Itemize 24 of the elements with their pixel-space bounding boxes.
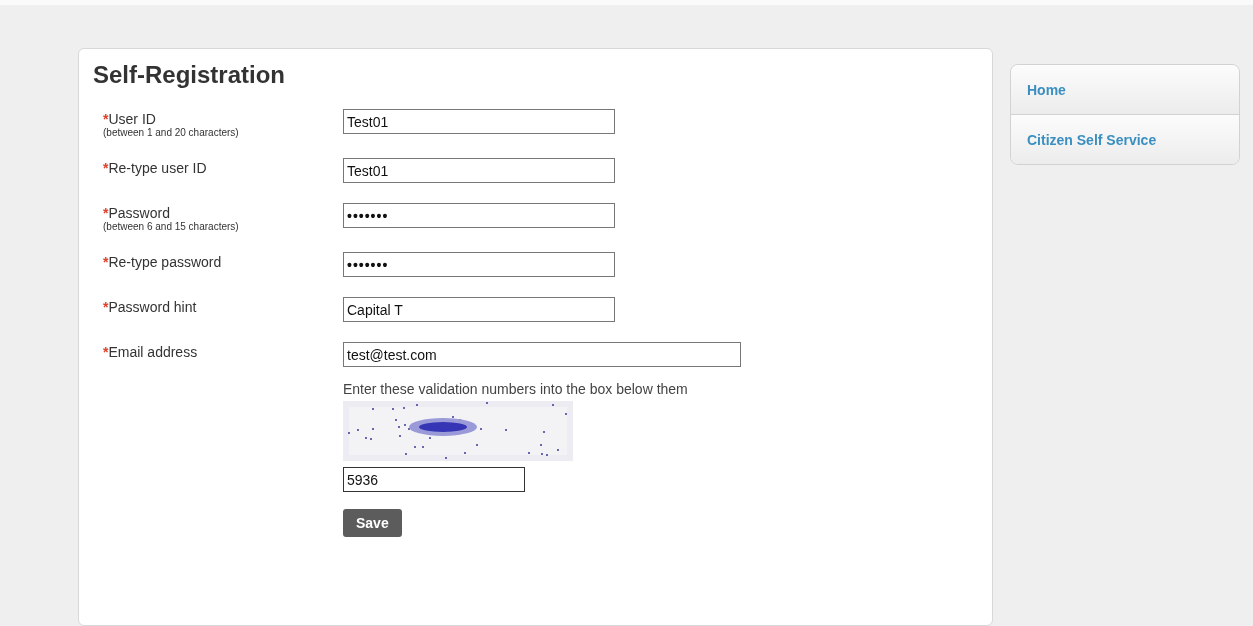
password-field[interactable]: ••••••• [343, 252, 615, 277]
input-field[interactable]: Capital T [343, 297, 615, 322]
password-field[interactable]: ••••••• [343, 203, 615, 228]
required-mark: * [103, 254, 109, 270]
page-title: Self-Registration [93, 61, 287, 89]
field-label: Email address [108, 344, 198, 360]
input-field[interactable]: Test01 [343, 109, 615, 134]
field-label: Password hint [108, 299, 197, 315]
field-label: Password [108, 205, 170, 221]
required-mark: * [103, 344, 109, 360]
validation-field[interactable]: 5936 [343, 467, 525, 492]
save-button[interactable]: Save [343, 509, 402, 537]
input-field[interactable]: Test01 [343, 158, 615, 183]
required-mark: * [103, 111, 109, 127]
input-field[interactable]: test@test.com [343, 342, 741, 367]
required-mark: * [103, 205, 109, 221]
field-label: Re-type password [108, 254, 222, 270]
field-label: User ID [108, 111, 156, 127]
required-mark: * [103, 299, 109, 315]
required-mark: * [103, 160, 109, 176]
field-hint: (between 1 and 20 characters) [103, 127, 240, 138]
validation-instruction: Enter these validation numbers into the box below them [343, 381, 688, 397]
field-label: Re-type user ID [108, 160, 207, 176]
field-hint: (between 6 and 15 characters) [103, 221, 240, 232]
